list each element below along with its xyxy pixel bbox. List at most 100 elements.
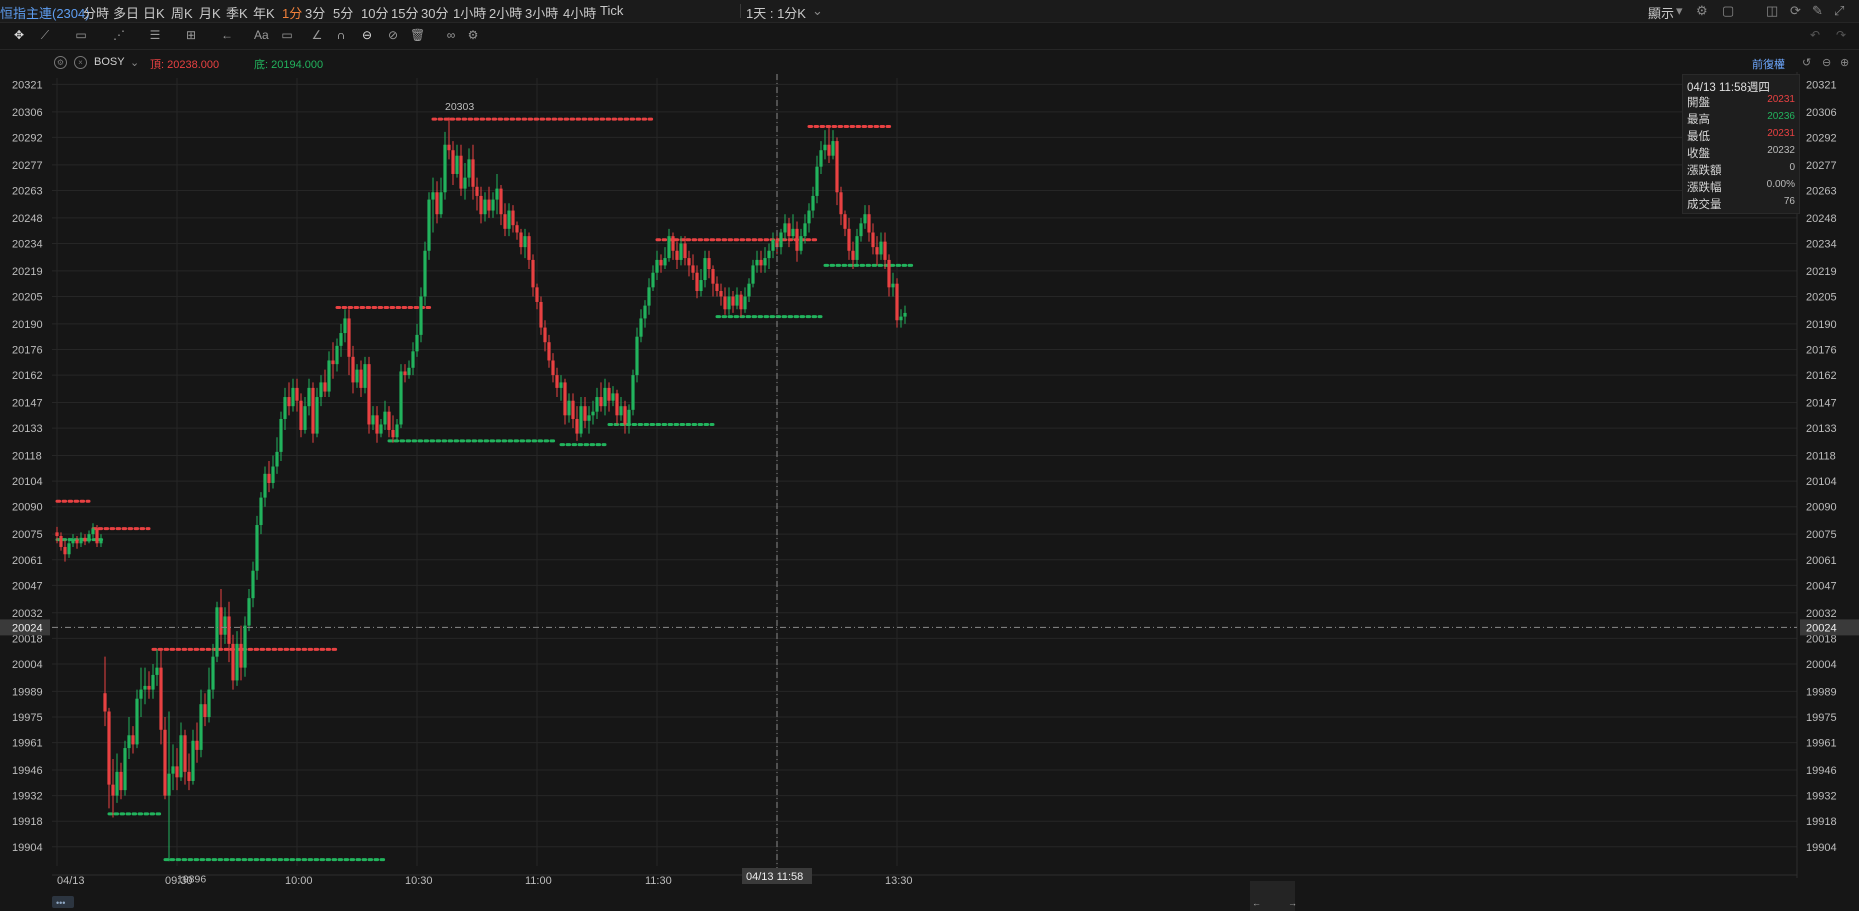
y-tick-label-right: 20147 xyxy=(1806,398,1837,410)
tab-timeframe[interactable]: 3小時 xyxy=(525,3,558,22)
display-menu[interactable]: 顯示 xyxy=(1648,3,1674,22)
infobox-label: 開盤 xyxy=(1687,97,1710,109)
scroll-dots-icon[interactable]: ••• xyxy=(56,898,65,908)
scrollbar-thumb[interactable] xyxy=(1250,881,1295,911)
candle-body xyxy=(295,387,299,401)
candle-body xyxy=(691,265,695,273)
tab-timeframe[interactable]: 30分 xyxy=(421,3,448,22)
refresh-icon[interactable]: ⟳ xyxy=(1790,3,1801,19)
y-tick-label-right: 20205 xyxy=(1806,291,1837,303)
magnet-icon[interactable]: ∩ xyxy=(334,28,348,42)
y-tick-label-left: 20321 xyxy=(12,79,43,91)
y-tick-label-left: 20190 xyxy=(12,319,43,331)
text-tool-icon[interactable]: Aa xyxy=(254,28,269,42)
candle-body xyxy=(671,236,675,251)
redo-icon[interactable]: ↷ xyxy=(1834,28,1848,42)
candle-body xyxy=(59,535,63,547)
rectangle-tool-icon[interactable]: ▭ xyxy=(74,28,88,42)
tab-timeframe[interactable]: 多日 xyxy=(113,3,139,22)
candle-body xyxy=(591,411,595,416)
candle-body xyxy=(503,214,507,229)
candle-body xyxy=(799,236,803,251)
settings-icon[interactable]: ⚙ xyxy=(466,28,480,42)
tab-timeframe[interactable]: 10分 xyxy=(361,3,388,22)
candle-body xyxy=(479,195,483,215)
crosshair-price-tag-left xyxy=(0,619,50,636)
settings-icon[interactable]: ⚙ xyxy=(54,56,67,69)
candle-body xyxy=(255,525,259,571)
layout-icon[interactable]: ▢ xyxy=(1722,3,1734,19)
candle-body xyxy=(599,397,603,407)
plus-icon[interactable]: ⊕ xyxy=(1840,56,1849,69)
range-selector[interactable]: 1天 : 1分K xyxy=(746,3,806,22)
lock-icon[interactable]: ⊖ xyxy=(360,28,374,42)
candle-body xyxy=(143,685,147,690)
candle-body xyxy=(511,210,515,226)
tab-timeframe[interactable]: 3分 xyxy=(305,3,325,22)
candle-body xyxy=(175,766,179,778)
line-tool-icon[interactable]: ⟋ xyxy=(38,28,52,42)
tab-timeframe[interactable]: 5分 xyxy=(333,3,353,22)
trash-icon[interactable]: 🗑 xyxy=(410,28,425,42)
pen-icon[interactable]: ✎ xyxy=(1812,3,1823,19)
tab-timeframe[interactable]: 年K xyxy=(253,3,275,22)
tab-timeframe[interactable]: 15分 xyxy=(391,3,418,22)
chevron-down-icon[interactable]: ⌄ xyxy=(130,56,139,69)
candle-body xyxy=(687,258,691,266)
chevron-down-icon[interactable]: ▾ xyxy=(1676,3,1683,19)
tab-timeframe[interactable]: Tick xyxy=(600,3,623,18)
symbol-selector[interactable]: 恒指主連(2304) xyxy=(0,3,90,22)
candle-body xyxy=(115,771,119,796)
adjust-label[interactable]: 前復權 xyxy=(1752,56,1785,72)
scroll-left-icon[interactable]: ← xyxy=(1252,898,1261,908)
candle-body xyxy=(147,685,151,690)
candle-body xyxy=(243,625,247,668)
reset-icon[interactable]: ↺ xyxy=(1802,56,1811,69)
candle-body xyxy=(751,265,755,284)
fib-tool-icon[interactable]: ☰ xyxy=(148,28,162,42)
minus-icon[interactable]: ⊖ xyxy=(1822,56,1831,69)
candle-body xyxy=(195,740,199,750)
camera-icon[interactable]: ◫ xyxy=(1766,3,1778,19)
pattern-tool-icon[interactable]: ⋰ xyxy=(112,28,126,42)
tab-timeframe[interactable]: 1分 xyxy=(282,3,302,22)
move-icon[interactable]: ✥ xyxy=(12,28,26,42)
candle-body xyxy=(235,643,239,681)
candle-body xyxy=(475,186,479,196)
scroll-right-icon[interactable]: → xyxy=(1288,898,1297,908)
candle-body xyxy=(747,283,751,297)
gear-icon[interactable]: ⚙ xyxy=(1696,3,1708,19)
tab-timeframe[interactable]: 2小時 xyxy=(489,3,522,22)
candle-body xyxy=(411,351,415,368)
y-tick-label-left: 20104 xyxy=(12,476,43,488)
tab-timeframe[interactable]: 季K xyxy=(226,3,248,22)
scroll-handle[interactable] xyxy=(52,896,74,908)
chevron-down-icon[interactable]: ⌄ xyxy=(812,3,823,19)
tab-timeframe[interactable]: 日K xyxy=(143,3,165,22)
tab-timeframe[interactable]: 月K xyxy=(199,3,221,22)
candle-body xyxy=(139,689,143,699)
tab-timeframe[interactable]: 4小時 xyxy=(563,3,596,22)
angle-tool-icon[interactable]: ∠ xyxy=(310,28,324,42)
close-icon[interactable]: × xyxy=(74,56,87,69)
tab-timeframe[interactable]: 1小時 xyxy=(453,3,486,22)
candlestick-chart[interactable]: 20321 20306 20292 20277 20263 20248 20234 20219… xyxy=(0,0,1859,911)
y-tick-label-right: 19946 xyxy=(1806,765,1837,777)
fullscreen-icon[interactable]: ⤢ xyxy=(1834,3,1844,19)
arrow-tool-icon[interactable]: ← xyxy=(220,28,234,42)
y-tick-label-left: 20061 xyxy=(12,555,43,567)
infobox-label: 最高 xyxy=(1687,114,1710,126)
measure-tool-icon[interactable]: ⊞ xyxy=(184,28,198,42)
undo-icon[interactable]: ↶ xyxy=(1808,28,1822,42)
candle-body xyxy=(159,667,163,730)
tab-timeframe[interactable]: 分時 xyxy=(83,3,109,22)
link-icon[interactable]: ∞ xyxy=(444,28,458,42)
note-tool-icon[interactable]: ▭ xyxy=(280,28,294,42)
candle-body xyxy=(83,537,87,542)
y-tick-label-left: 20306 xyxy=(12,107,43,119)
candle-body xyxy=(319,382,323,398)
hide-icon[interactable]: ⊘ xyxy=(386,28,400,42)
tab-timeframe[interactable]: 周K xyxy=(171,3,193,22)
candle-body xyxy=(483,199,487,215)
y-tick-label-right: 19918 xyxy=(1806,816,1837,828)
